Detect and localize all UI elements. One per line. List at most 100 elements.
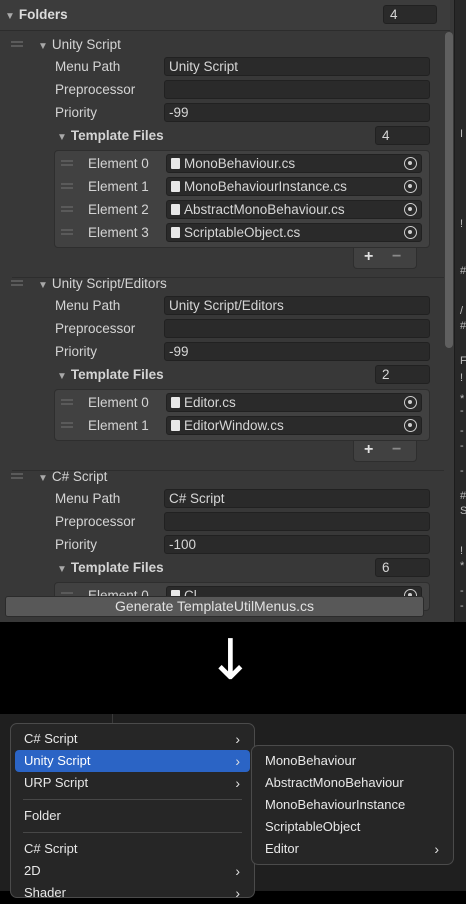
drag-handle-icon[interactable] — [11, 473, 23, 479]
foldout-arrow-icon: ▼ — [57, 371, 67, 382]
side-text-line: S — [460, 505, 466, 517]
chevron-right-icon: › — [235, 753, 240, 769]
menu-item-shader[interactable]: Shader › — [15, 882, 250, 904]
object-picker-icon[interactable] — [404, 157, 417, 170]
folder-foldout-0[interactable]: ▼ Unity Script — [38, 37, 121, 52]
menu-item-folder[interactable]: Folder — [15, 805, 250, 827]
menu-item-label: URP Script — [24, 775, 89, 790]
arrow-down-icon: ↓ — [207, 628, 254, 693]
menu-path-label: Menu Path — [55, 298, 121, 313]
menu-item-label: C# Script — [24, 841, 78, 856]
menu-path-field[interactable]: C# Script — [164, 489, 430, 508]
script-file-icon — [171, 204, 180, 215]
template-file-name: ScriptableObject.cs — [184, 225, 301, 240]
remove-element-button[interactable]: − — [392, 248, 401, 266]
script-file-icon — [171, 397, 180, 408]
side-text-line: * — [460, 393, 465, 405]
folder-foldout-2[interactable]: ▼ C# Script — [38, 469, 107, 484]
menu-item-2d[interactable]: 2D › — [15, 860, 250, 882]
priority-field[interactable]: -100 — [164, 535, 430, 554]
add-element-button[interactable]: + — [364, 248, 373, 266]
template-file-name: MonoBehaviourInstance.cs — [184, 179, 347, 194]
template-file-field[interactable]: MonoBehaviour.cs — [166, 154, 422, 173]
template-files-foldout[interactable]: ▼ Template Files — [57, 367, 164, 382]
folder-foldout-1[interactable]: ▼ Unity Script/Editors — [38, 276, 167, 291]
object-picker-icon[interactable] — [404, 226, 417, 239]
foldout-arrow-icon: ▼ — [57, 132, 67, 143]
submenu-item-abstractmonobehaviour[interactable]: AbstractMonoBehaviour — [256, 772, 449, 794]
add-element-button[interactable]: + — [364, 441, 373, 459]
object-picker-icon[interactable] — [404, 396, 417, 409]
template-file-name: MonoBehaviour.cs — [184, 156, 296, 171]
drag-handle-icon[interactable] — [11, 280, 23, 286]
preprocessor-field[interactable] — [164, 512, 430, 531]
priority-field[interactable]: -99 — [164, 103, 430, 122]
generate-button[interactable]: Generate TemplateUtilMenus.cs — [5, 596, 424, 617]
template-files-foldout[interactable]: ▼ Template Files — [57, 560, 164, 575]
submenu-item-monobehaviourinstance[interactable]: MonoBehaviourInstance — [256, 794, 449, 816]
drag-handle-icon[interactable] — [61, 229, 73, 235]
drag-handle-icon[interactable] — [61, 206, 73, 212]
menu-path-label: Menu Path — [55, 59, 121, 74]
object-picker-icon[interactable] — [404, 203, 417, 216]
scrollbar-thumb[interactable] — [445, 32, 453, 348]
side-text-line: * — [460, 560, 465, 572]
menu-item-label: Folder — [24, 808, 61, 823]
template-files-label: Template Files — [70, 128, 164, 143]
preprocessor-field[interactable] — [164, 319, 430, 338]
template-files-label: Template Files — [70, 367, 164, 382]
template-count-field[interactable]: 6 — [375, 558, 430, 577]
menu-item-label: ScriptableObject — [265, 819, 361, 834]
submenu-item-editor[interactable]: Editor › — [256, 838, 449, 860]
template-file-field[interactable]: ScriptableObject.cs — [166, 223, 422, 242]
menu-item-unity-script[interactable]: Unity Script › — [15, 750, 250, 772]
side-text-line: ! — [460, 218, 464, 230]
drag-handle-icon[interactable] — [11, 41, 23, 47]
menu-item-urp-script[interactable]: URP Script › — [15, 772, 250, 794]
template-file-field[interactable]: EditorWindow.cs — [166, 416, 422, 435]
drag-handle-icon[interactable] — [61, 160, 73, 166]
side-text-line: I — [460, 128, 464, 140]
foldout-arrow-icon: ▼ — [38, 473, 48, 484]
chevron-right-icon: › — [235, 775, 240, 791]
side-text-line: ! — [460, 545, 464, 557]
side-text-line: ! — [460, 372, 464, 384]
context-menu: C# Script › Unity Script › URP Script › Folder… — [10, 723, 255, 901]
menu-item-c-script[interactable]: C# Script — [15, 838, 250, 860]
menu-item-c-script[interactable]: C# Script › — [15, 728, 250, 750]
object-picker-icon[interactable] — [404, 180, 417, 193]
object-picker-icon[interactable] — [404, 419, 417, 432]
template-file-field[interactable]: MonoBehaviourInstance.cs — [166, 177, 422, 196]
list-add-remove: + − — [353, 248, 417, 269]
menu-item-label: Unity Script — [24, 753, 91, 768]
scrollbar-track[interactable] — [444, 32, 454, 592]
side-text-line: - — [460, 440, 464, 452]
menu-path-field[interactable]: Unity Script/Editors — [164, 296, 430, 315]
submenu-item-scriptableobject[interactable]: ScriptableObject — [256, 816, 449, 838]
template-count-field[interactable]: 4 — [375, 126, 430, 145]
folders-header[interactable]: ▼ Folders 4 — [0, 0, 450, 31]
submenu-item-monobehaviour[interactable]: MonoBehaviour — [256, 750, 449, 772]
template-file-field[interactable]: AbstractMonoBehaviour.cs — [166, 200, 422, 219]
folders-count-field[interactable]: 4 — [383, 5, 437, 24]
element-label: Element 0 — [88, 156, 149, 171]
priority-field[interactable]: -99 — [164, 342, 430, 361]
template-count-field[interactable]: 2 — [375, 365, 430, 384]
drag-handle-icon[interactable] — [61, 183, 73, 189]
preprocessor-field[interactable] — [164, 80, 430, 99]
menu-item-label: MonoBehaviourInstance — [265, 797, 406, 812]
template-files-foldout[interactable]: ▼ Template Files — [57, 128, 164, 143]
folders-foldout[interactable]: ▼ Folders — [5, 7, 68, 22]
menu-separator — [23, 799, 242, 800]
unity-script-submenu: MonoBehaviour AbstractMonoBehaviour MonoBe… — [251, 745, 454, 865]
element-label: Element 1 — [88, 179, 149, 194]
remove-element-button[interactable]: − — [392, 441, 401, 459]
drag-handle-icon[interactable] — [61, 422, 73, 428]
template-file-field[interactable]: Editor.cs — [166, 393, 422, 412]
drag-handle-icon[interactable] — [61, 399, 73, 405]
foldout-arrow-icon: ▼ — [38, 280, 48, 291]
side-text-line: # — [460, 490, 466, 502]
menu-item-label: Editor — [265, 841, 299, 856]
menu-path-field[interactable]: Unity Script — [164, 57, 430, 76]
script-file-icon — [171, 420, 180, 431]
